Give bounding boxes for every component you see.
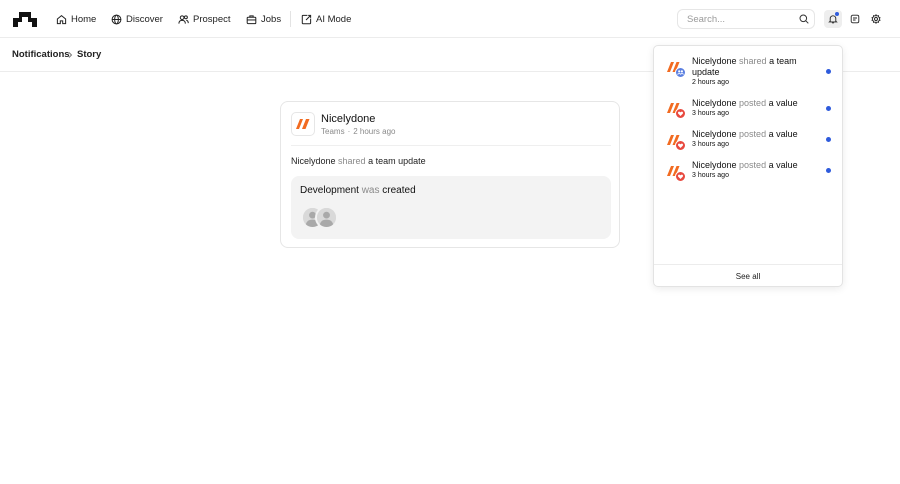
team-update-text: Development was created (300, 185, 416, 196)
globe-icon (111, 14, 122, 24)
notification-object: a value (768, 98, 798, 108)
see-all-button[interactable]: See all (654, 264, 842, 287)
story-summary: Nicelydone shared a team update (291, 156, 426, 166)
update-verb: was (361, 185, 380, 196)
notification-time: 3 hours ago (692, 110, 729, 117)
notification-actor: Nicelydone (692, 129, 737, 139)
home-icon (56, 14, 67, 24)
messages-button[interactable] (846, 10, 864, 28)
breadcrumb-story: Story (77, 49, 102, 60)
notification-verb: posted (739, 160, 767, 170)
breadcrumb-notifications[interactable]: Notifications (12, 49, 70, 60)
avatar[interactable] (315, 206, 338, 229)
nav-prospect[interactable]: Prospect (178, 0, 231, 38)
story-card: Nicelydone Teams · 2 hours ago Nicelydone … (280, 101, 620, 248)
users-icon (178, 14, 189, 24)
org-type: Teams (321, 127, 345, 136)
ai-mode-icon (301, 14, 312, 24)
notification-actor: Nicelydone (692, 98, 737, 108)
team-update-panel: Development was created (291, 176, 611, 239)
search-icon[interactable] (799, 14, 809, 24)
org-name[interactable]: Nicelydone (321, 113, 375, 125)
nav-prospect-label: Prospect (193, 13, 231, 25)
nicelydone-posted-value-icon (667, 166, 686, 182)
org-meta: Teams · 2 hours ago (321, 127, 396, 136)
chevron-right-icon (68, 52, 73, 58)
nicelydone-posted-value-icon (667, 103, 686, 119)
notification-verb: posted (739, 98, 767, 108)
update-state: created (382, 185, 416, 196)
notification-indicator-dot (835, 12, 839, 16)
unread-dot (826, 106, 831, 111)
notifications-dropdown: Nicelydone shared a team update 2 hours … (653, 45, 843, 287)
notification-time: 3 hours ago (692, 141, 729, 148)
nav-ai-mode-label: AI Mode (316, 13, 352, 25)
notification-time: 3 hours ago (692, 172, 729, 179)
notification-object: a value (768, 160, 798, 170)
nav-jobs-label: Jobs (261, 13, 282, 25)
story-verb: shared (338, 156, 366, 166)
nav-home-label: Home (71, 13, 97, 25)
notification-actor: Nicelydone (692, 160, 737, 170)
nav-ai-mode[interactable]: AI Mode (301, 0, 351, 38)
org-logo[interactable] (291, 112, 315, 136)
notification-verb: shared (739, 56, 767, 66)
unread-dot (826, 69, 831, 74)
update-subject: Development (300, 185, 359, 196)
settings-button[interactable] (867, 10, 885, 28)
nav-discover-label: Discover (126, 13, 163, 25)
user-placeholder-icon (317, 208, 336, 227)
unread-dot (826, 168, 831, 173)
meta-separator: · (347, 127, 351, 136)
notification-title: Nicelydone posted a value (692, 160, 822, 171)
search-input[interactable] (677, 9, 815, 29)
notification-title: Nicelydone posted a value (692, 129, 822, 140)
app-logo-icon[interactable] (13, 11, 37, 27)
notification-title: Nicelydone posted a value (692, 98, 822, 109)
nicelydone-team-update-icon (667, 62, 686, 78)
story-time: 2 hours ago (353, 127, 396, 136)
message-icon (850, 14, 860, 24)
nicelydone-posted-value-icon (667, 135, 686, 151)
nav-home[interactable]: Home (56, 0, 96, 38)
notification-time: 2 hours ago (692, 79, 729, 86)
notification-title: Nicelydone shared a team update (692, 56, 822, 78)
story-object: a team update (368, 156, 426, 166)
unread-dot (826, 137, 831, 142)
notification-actor: Nicelydone (692, 56, 737, 66)
gear-icon (871, 14, 881, 24)
card-divider (291, 145, 611, 146)
notification-object: a value (768, 129, 798, 139)
notification-verb: posted (739, 129, 767, 139)
nav-divider (290, 11, 291, 27)
nav-discover[interactable]: Discover (111, 0, 163, 38)
nav-jobs[interactable]: Jobs (246, 0, 281, 38)
briefcase-icon (246, 14, 257, 24)
nicelydone-logo-icon (296, 119, 310, 129)
notifications-button[interactable] (824, 10, 842, 28)
story-actor[interactable]: Nicelydone (291, 156, 336, 166)
top-navbar: Home Discover Prospect Jobs AI Mode (0, 0, 900, 38)
